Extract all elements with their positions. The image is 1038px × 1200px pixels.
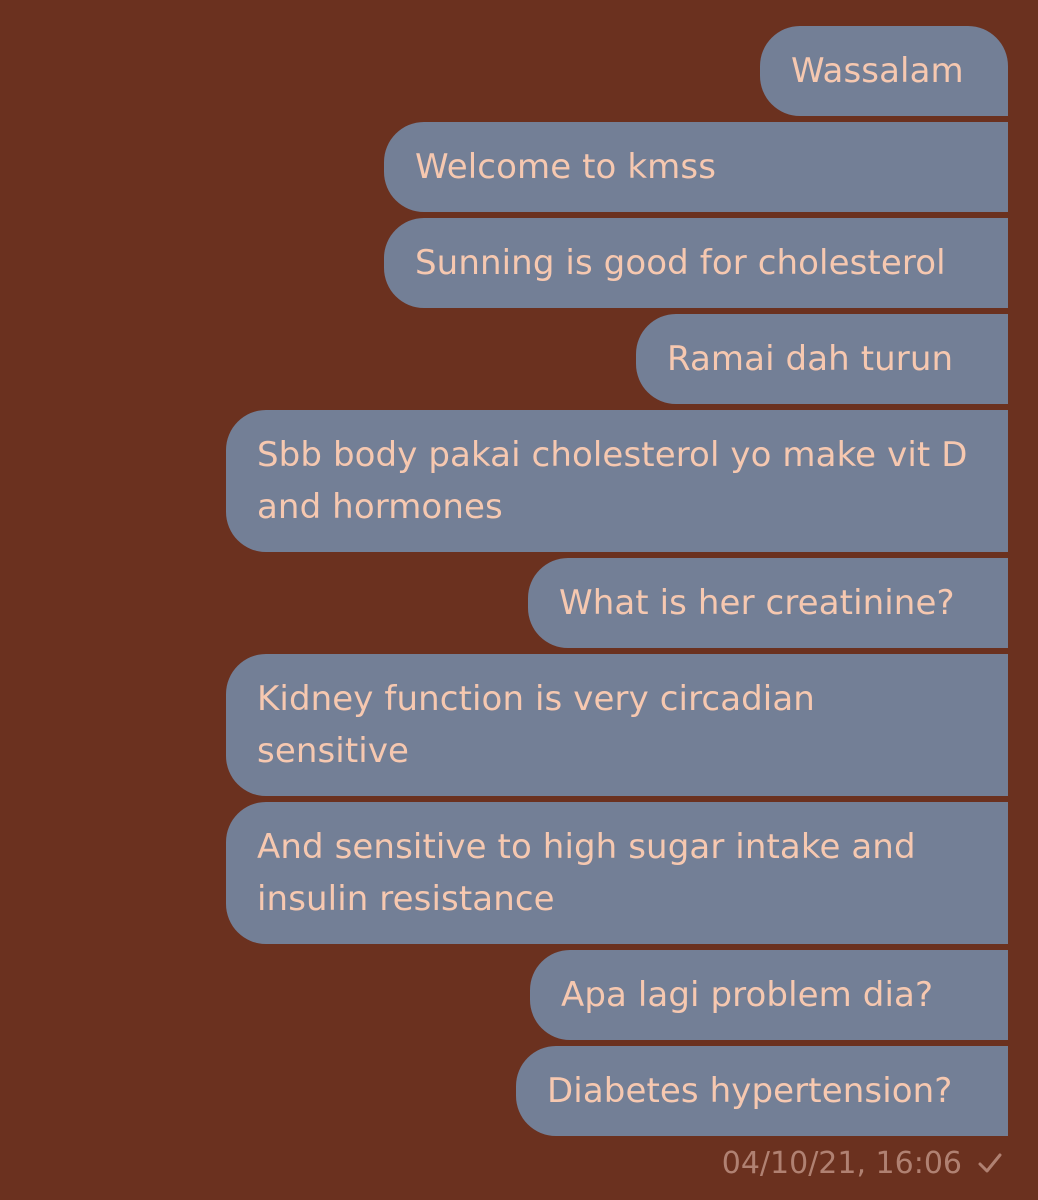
message-bubble[interactable]: Wassalam — [760, 26, 1008, 116]
message-timestamp: 04/10/21, 16:06 — [721, 1145, 962, 1181]
message-bubble[interactable]: Sbb body pakai cholesterol yo make vit D… — [226, 410, 1008, 552]
message-bubble[interactable]: Diabetes hypertension? — [516, 1046, 1008, 1136]
check-icon — [976, 1149, 1004, 1177]
message-bubble[interactable]: And sensitive to high sugar intake and i… — [226, 802, 1008, 944]
message-bubble[interactable]: Kidney function is very circadian sensit… — [226, 654, 1008, 796]
message-meta: 04/10/21, 16:06 — [722, 1140, 1004, 1186]
message-bubble[interactable]: What is her creatinine? — [528, 558, 1008, 648]
message-bubble[interactable]: Sunning is good for cholesterol — [384, 218, 1008, 308]
message-bubble[interactable]: Apa lagi problem dia? — [530, 950, 1008, 1040]
message-bubble[interactable]: Welcome to kmss — [384, 122, 1008, 212]
chat-thread: Wassalam Welcome to kmss Sunning is good… — [0, 0, 1038, 1200]
message-bubble[interactable]: Ramai dah turun — [636, 314, 1008, 404]
